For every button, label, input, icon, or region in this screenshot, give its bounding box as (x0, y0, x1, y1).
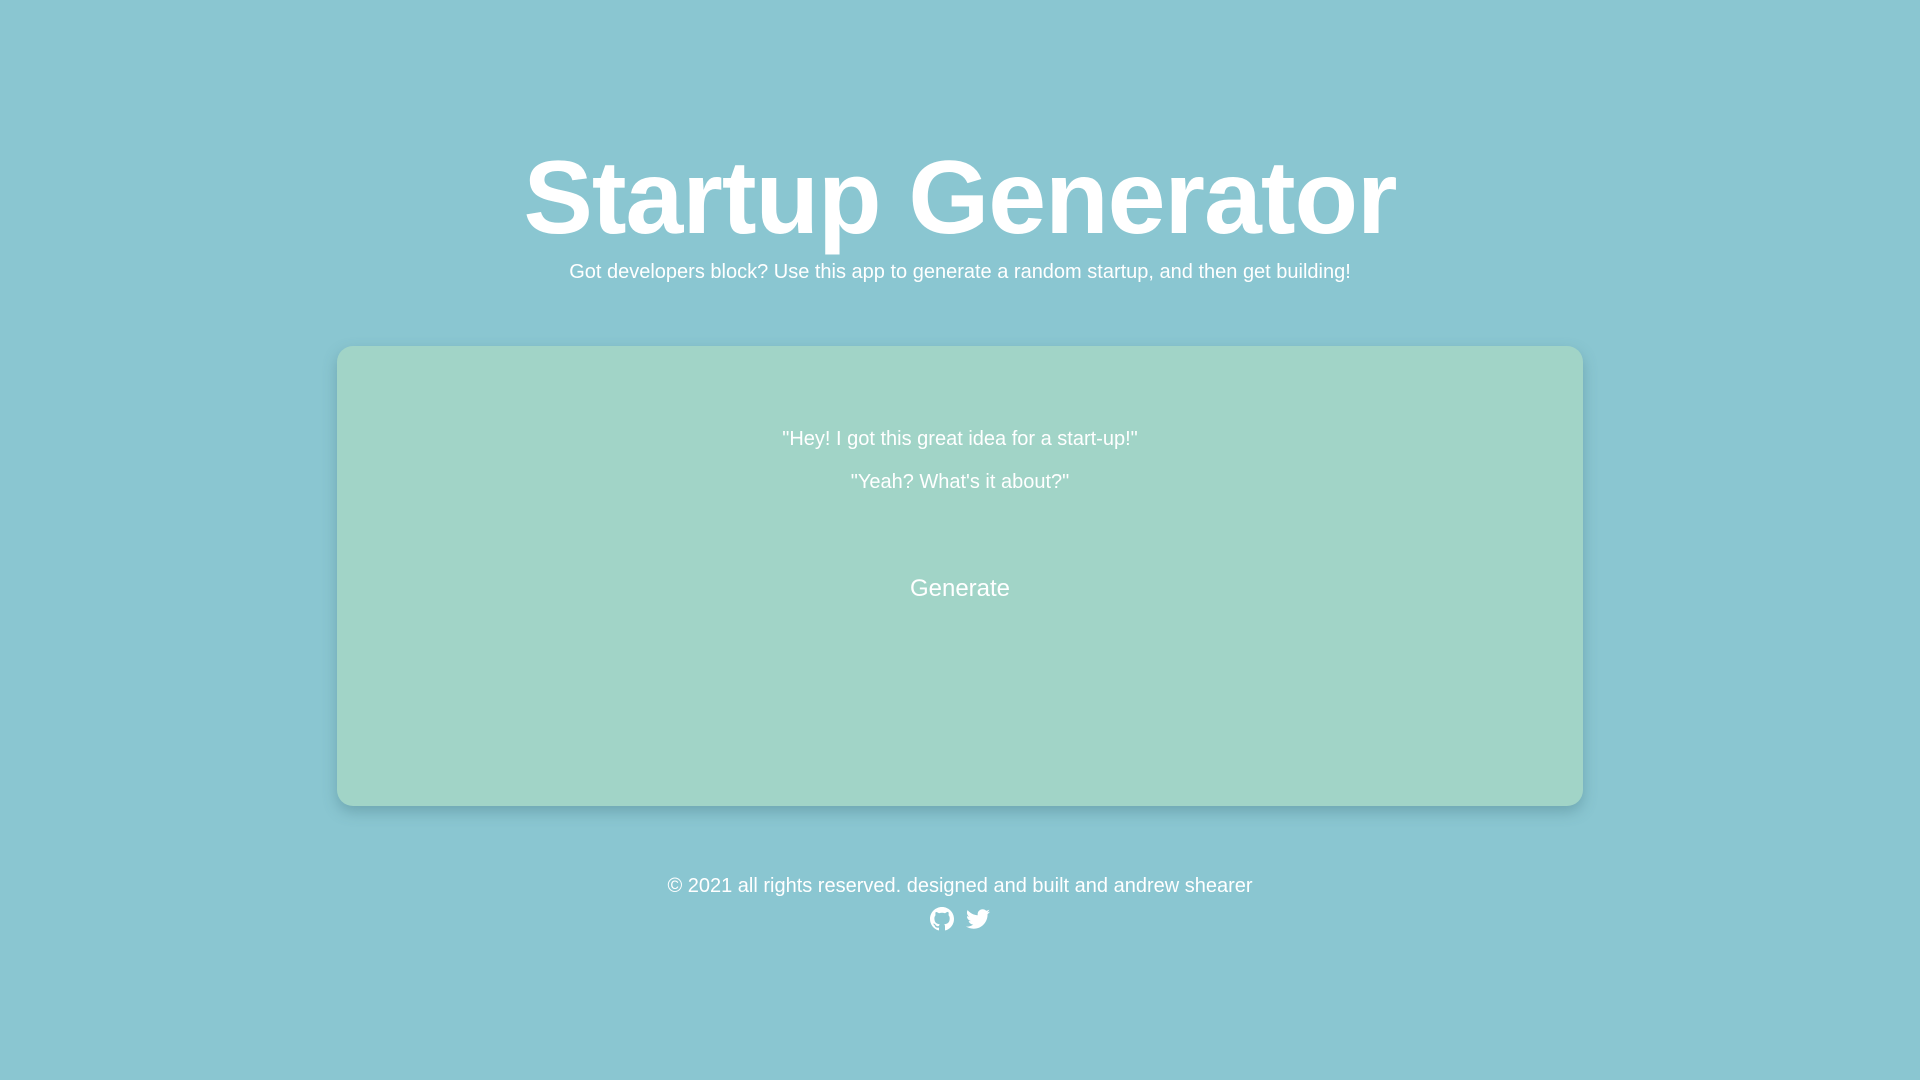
github-icon (930, 907, 954, 931)
github-link[interactable] (930, 907, 954, 931)
generator-card: "Hey! I got this great idea for a start-… (337, 346, 1583, 806)
page-header: Startup Generator Got developers block? … (0, 140, 1920, 286)
quote-line-2: "Yeah? What's it about?" (850, 471, 1070, 493)
generate-button[interactable]: Generate (894, 568, 1026, 610)
quote-line-1: "Hey! I got this great idea for a start-… (782, 428, 1138, 450)
twitter-link[interactable] (966, 907, 990, 931)
page-subtitle: Got developers block? Use this app to ge… (569, 261, 1351, 283)
social-links (0, 907, 1920, 931)
page-title: Startup Generator (523, 140, 1398, 256)
page-footer: © 2021 all rights reserved. designed and… (0, 871, 1920, 931)
twitter-icon (966, 909, 990, 929)
copyright-text: © 2021 all rights reserved. designed and… (667, 875, 1253, 897)
